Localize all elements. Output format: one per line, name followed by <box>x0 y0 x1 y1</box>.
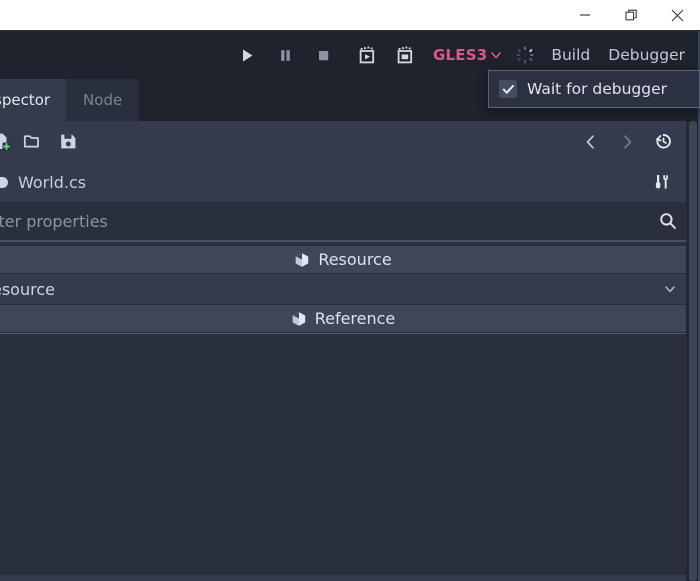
renderer-label: GLES3 <box>432 46 488 64</box>
window-titlebar <box>0 0 700 31</box>
window-close-button[interactable] <box>654 0 700 30</box>
popup-item-wait-for-debugger[interactable]: Wait for debugger <box>489 73 699 105</box>
cube-icon <box>296 252 309 267</box>
inspector-resource-toolbar <box>0 121 686 162</box>
pause-button[interactable] <box>267 38 305 72</box>
build-menu-button[interactable]: Build <box>542 40 599 70</box>
play-custom-scene-button[interactable] <box>387 38 425 72</box>
chevron-down-icon[interactable] <box>663 282 677 296</box>
tab-node-label: Node <box>83 91 123 109</box>
minimize-icon <box>580 14 590 16</box>
section-header-label: Resource <box>318 250 392 269</box>
play-scene-button[interactable] <box>349 38 387 72</box>
inspector-resource-path: World.cs <box>0 162 686 202</box>
history-next-button[interactable] <box>609 126 645 157</box>
tab-inspector[interactable]: spector <box>0 79 67 121</box>
checkbox-checked-icon[interactable] <box>499 80 517 98</box>
resource-name-group[interactable]: World.cs <box>0 173 86 192</box>
script-icon <box>0 176 8 188</box>
play-scene-icon <box>359 46 375 63</box>
filter-properties-input[interactable]: lter properties <box>0 212 658 231</box>
open-resource-button[interactable] <box>14 126 50 157</box>
scrollbar-thumb[interactable] <box>689 121 697 581</box>
inspector-filter-row[interactable]: lter properties <box>0 202 686 242</box>
history-icon <box>655 134 671 149</box>
play-custom-scene-icon <box>397 46 413 63</box>
history-prev-icon <box>586 134 594 149</box>
spinner-icon <box>516 46 534 64</box>
pause-icon <box>281 49 291 61</box>
save-resource-icon <box>60 134 75 149</box>
new-resource-button[interactable] <box>0 126 14 157</box>
play-icon <box>243 49 253 61</box>
search-icon[interactable] <box>658 211 678 231</box>
inspector-empty-area <box>0 333 686 575</box>
section-header-reference[interactable]: Reference <box>0 305 686 333</box>
inspector-panel: World.cs lter properties Resource source… <box>0 121 686 581</box>
property-row-label: esource <box>0 279 55 299</box>
popup-item-label: Wait for debugger <box>527 80 668 98</box>
stop-button[interactable] <box>305 38 343 72</box>
window-restore-button[interactable] <box>608 0 654 30</box>
tab-node[interactable]: Node <box>66 79 140 121</box>
renderer-select[interactable]: GLES3 <box>425 41 508 69</box>
godot-editor-window: GLES3 Build Debugger Wait for debugger p… <box>0 0 700 581</box>
cube-icon <box>292 311 305 326</box>
restore-icon <box>624 9 637 20</box>
tools-icon <box>655 174 668 189</box>
history-previous-button[interactable] <box>573 126 609 157</box>
section-header-resource[interactable]: Resource <box>0 246 686 274</box>
debugger-menu-button[interactable]: Debugger <box>599 40 694 70</box>
chevron-down-icon <box>491 52 502 59</box>
save-resource-button[interactable] <box>50 126 86 157</box>
stop-icon <box>319 50 329 60</box>
tab-inspector-label: spector <box>0 91 51 109</box>
progress-spinner <box>508 38 542 72</box>
debugger-popup-menu: Wait for debugger <box>488 70 700 108</box>
history-menu-button[interactable] <box>645 126 681 157</box>
section-header-label: Reference <box>314 309 396 328</box>
history-next-icon <box>624 134 632 149</box>
open-resource-icon <box>23 135 39 148</box>
window-minimize-button[interactable] <box>562 0 608 30</box>
inspector-property-list: Resource esource Reference <box>0 242 686 575</box>
property-row-resource[interactable]: esource <box>0 274 686 305</box>
check-icon <box>502 84 514 94</box>
inspector-tools-button[interactable] <box>644 167 680 198</box>
play-button[interactable] <box>229 38 267 72</box>
new-resource-icon <box>0 133 10 151</box>
close-icon <box>671 9 683 21</box>
resource-name-label: World.cs <box>18 172 87 192</box>
